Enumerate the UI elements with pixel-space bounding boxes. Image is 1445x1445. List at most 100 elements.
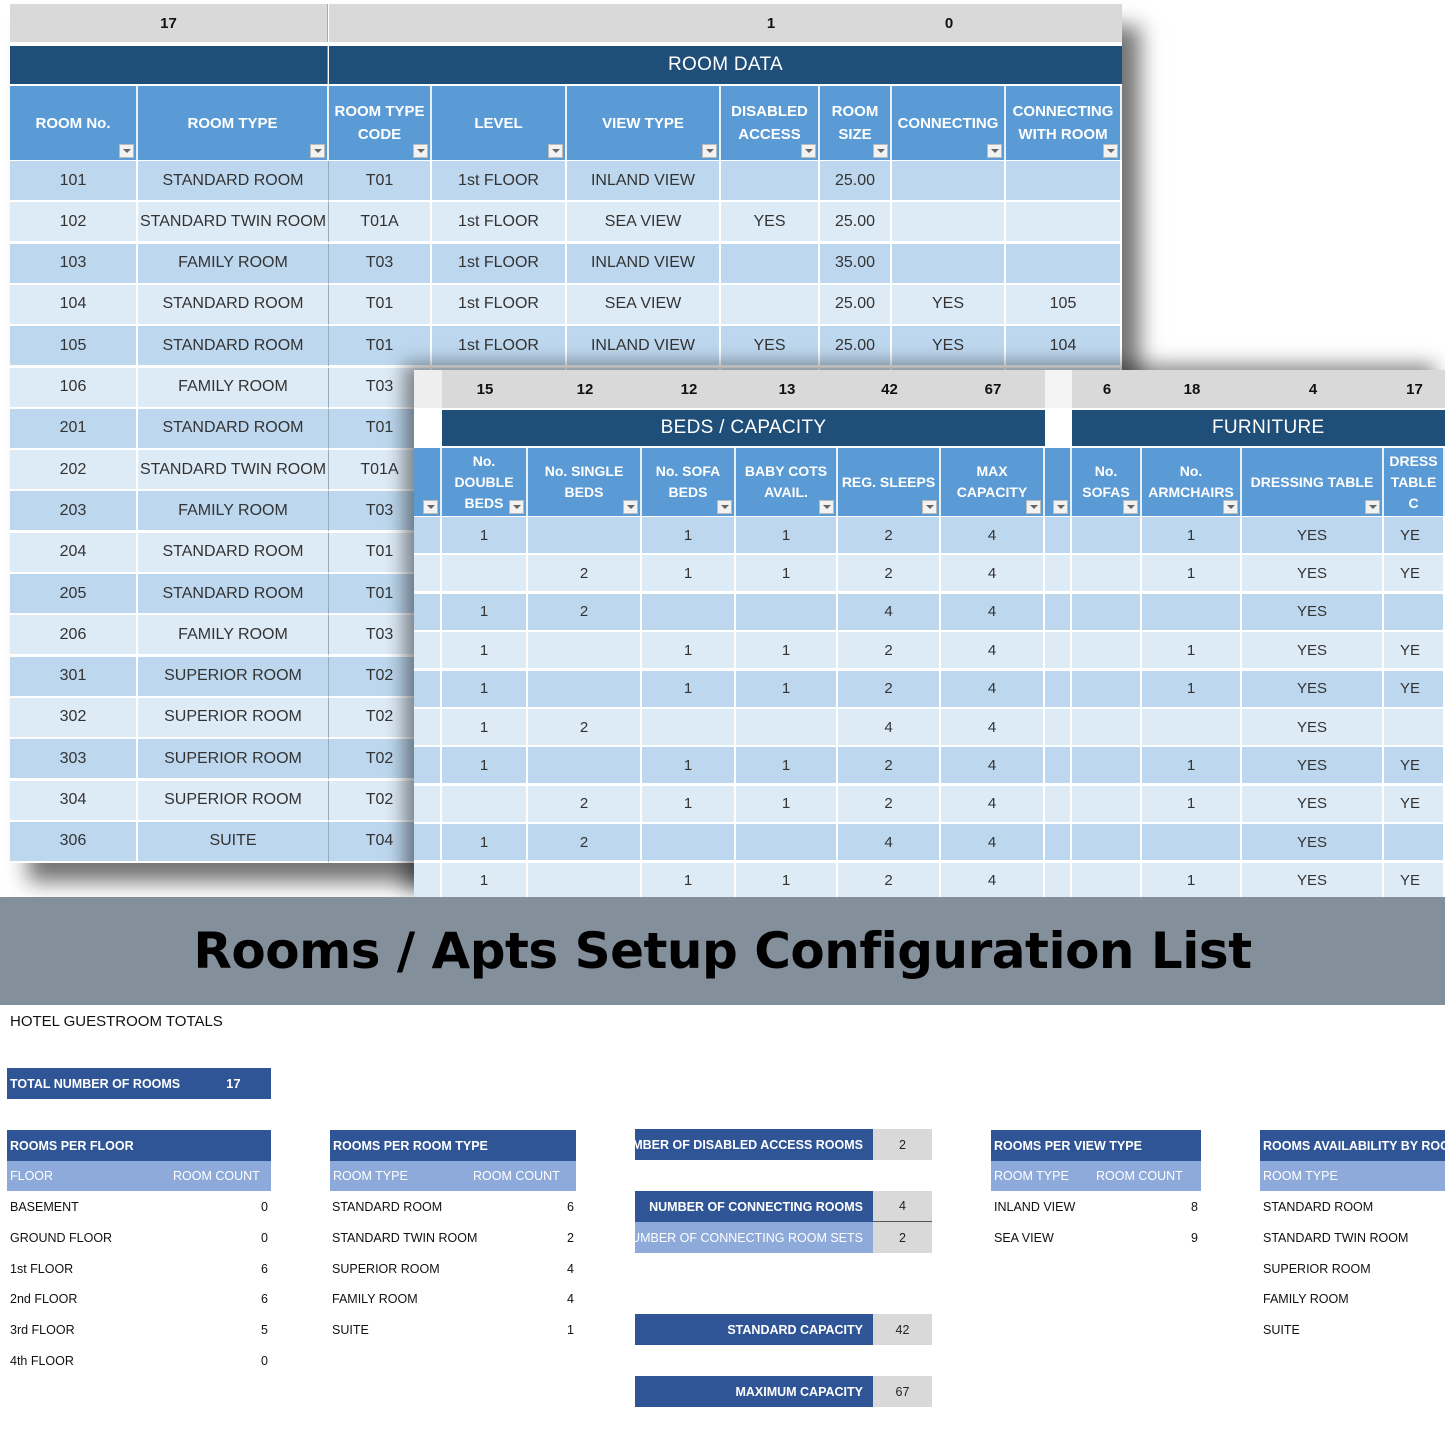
list-item-count: 9 <box>1191 1230 1198 1245</box>
col-room-count: ROOM COUNT <box>173 1169 260 1183</box>
filter-dropdown-icon[interactable] <box>1123 500 1138 514</box>
furniture-total-no-sofas: 6 <box>1102 380 1112 398</box>
filter-dropdown-icon[interactable] <box>310 144 325 158</box>
table-row[interactable]: 2 1 1 2 4 1 YES YE <box>414 785 1445 824</box>
column-header-view-type[interactable]: VIEW TYPE <box>567 86 721 160</box>
column-header-room-size[interactable]: ROOM SIZE <box>820 86 892 160</box>
filter-dropdown-icon[interactable] <box>1223 500 1238 514</box>
cell-reg-sleeps: 2 <box>838 670 941 709</box>
column-header-connecting-with-room[interactable]: CONNECTING WITH ROOM <box>1006 86 1122 160</box>
table-row[interactable]: 1 1 1 2 4 1 YES YE <box>414 747 1445 786</box>
filter-dropdown-icon[interactable] <box>987 144 1002 158</box>
table-row[interactable]: 102 STANDARD TWIN ROOM T01A 1st FLOOR SEA VI… <box>10 202 1122 244</box>
filter-dropdown-icon[interactable] <box>1103 144 1118 158</box>
table-row[interactable]: 1 1 1 2 4 1 YES YE <box>414 517 1445 555</box>
filter-dropdown-icon[interactable] <box>509 500 524 514</box>
cell-dressing-table: YES <box>1242 593 1384 632</box>
table-row[interactable]: 1 1 1 2 4 1 YES YE <box>414 670 1445 709</box>
column-header-max-capacity[interactable]: MAX CAPACITY <box>941 448 1045 516</box>
list-item-count: 2 <box>567 1230 574 1245</box>
table-row[interactable]: 1 1 1 2 4 1 YES YE <box>414 632 1445 671</box>
beds-total-reg-sleeps: 42 <box>881 380 898 398</box>
column-header-room-type[interactable]: ROOM TYPE <box>138 86 329 160</box>
cell-dress-table-c: YE <box>1384 517 1445 555</box>
cell-level: 1st FLOOR <box>432 202 567 244</box>
column-header-no-armchairs[interactable]: No. ARMCHAIRS <box>1142 448 1242 516</box>
disabled-access-value: 2 <box>873 1129 932 1160</box>
table-row[interactable]: 1 2 4 4 YES <box>414 709 1445 747</box>
list-item-count: 4 <box>567 1261 574 1276</box>
cell-dressing-table: YES <box>1242 747 1384 786</box>
filter-dropdown-icon[interactable] <box>819 500 834 514</box>
cell-room-type: SUPERIOR ROOM <box>138 656 329 698</box>
filter-dropdown-icon[interactable] <box>922 500 937 514</box>
column-header-reg-sleeps[interactable]: REG. SLEEPS <box>838 448 941 516</box>
table-row[interactable]: 103 FAMILY ROOM T03 1st FLOOR INLAND VIEW 35.… <box>10 243 1122 285</box>
filter-dropdown-icon[interactable] <box>1026 500 1041 514</box>
column-header-room-no[interactable]: ROOM No. <box>10 86 138 160</box>
filter-dropdown-icon[interactable] <box>702 144 717 158</box>
column-header-blank[interactable] <box>414 448 442 516</box>
column-header-no-sofa-beds[interactable]: No. SOFA BEDS <box>642 448 736 516</box>
filter-dropdown-icon[interactable] <box>873 144 888 158</box>
column-header-no-sofas[interactable]: No. SOFAS <box>1072 448 1142 516</box>
list-item-count: 1 <box>567 1323 574 1338</box>
cell-room-size: 35.00 <box>820 243 892 285</box>
cell-room-no: 205 <box>10 574 138 615</box>
filter-dropdown-icon[interactable] <box>413 144 428 158</box>
cell-blank <box>414 555 442 594</box>
cell-no-single-beds: 2 <box>528 785 642 824</box>
filter-dropdown-icon[interactable] <box>548 144 563 158</box>
column-header-blank[interactable] <box>1045 448 1072 516</box>
column-header-disabled-access[interactable]: DISABLED ACCESS <box>721 86 820 160</box>
total-room-count: 17 <box>10 4 328 42</box>
column-header-no-double-beds[interactable]: No. DOUBLE BEDS <box>442 448 528 516</box>
table-row[interactable]: 105 STANDARD ROOM T01 1st FLOOR INLAND VIEW Y… <box>10 326 1122 368</box>
cell-no-sofas <box>1072 517 1142 555</box>
filter-dropdown-icon[interactable] <box>623 500 638 514</box>
cell-no-single-beds: 2 <box>528 555 642 594</box>
cell-no-double-beds: 1 <box>442 824 528 863</box>
column-header-no-single-beds[interactable]: No. SINGLE BEDS <box>528 448 642 516</box>
filter-dropdown-icon[interactable] <box>423 500 438 514</box>
filter-dropdown-icon[interactable] <box>717 500 732 514</box>
column-header-dress-table-c[interactable]: DRESS TABLE C <box>1384 448 1445 516</box>
cell-room-no: 301 <box>10 656 138 698</box>
column-header-level[interactable]: LEVEL <box>432 86 567 160</box>
filter-dropdown-icon[interactable] <box>1365 500 1380 514</box>
table-row[interactable]: 1 2 4 4 YES <box>414 824 1445 863</box>
cell-max-capacity: 4 <box>941 593 1045 632</box>
cell-level: 1st FLOOR <box>432 284 567 326</box>
beds-total-no-sofa-beds: 12 <box>680 380 698 398</box>
cell-disabled-access: YES <box>721 202 820 244</box>
cell-baby-cots-avail: 1 <box>736 555 838 594</box>
table-row[interactable]: 1 1 1 2 4 1 YES YE <box>414 862 1445 901</box>
column-header-room-type-code[interactable]: ROOM TYPE CODE <box>329 86 432 160</box>
cell-no-armchairs <box>1142 824 1242 863</box>
cell-baby-cots-avail: 1 <box>736 517 838 555</box>
column-header-connecting[interactable]: CONNECTING <box>892 86 1006 160</box>
furniture-total-dress-table-c: 17 <box>1406 380 1423 398</box>
table-row[interactable]: 1 2 4 4 YES <box>414 593 1445 632</box>
cell-room-type: FAMILY ROOM <box>138 615 329 657</box>
beds-total-baby-cots-avail: 13 <box>778 380 796 398</box>
cell-room-type: STANDARD ROOM <box>138 408 329 450</box>
connecting-sets-label: NUMBER OF CONNECTING ROOM SETS <box>622 1222 873 1253</box>
cell-blank <box>1045 517 1072 555</box>
rooms-per-type-title: ROOMS PER ROOM TYPE <box>330 1130 576 1161</box>
table-row[interactable]: 101 STANDARD ROOM T01 1st FLOOR INLAND VIEW 2… <box>10 161 1122 202</box>
column-header-dressing-table[interactable]: DRESSING TABLE <box>1242 448 1384 516</box>
filter-dropdown-icon[interactable] <box>1053 500 1068 514</box>
filter-dropdown-icon[interactable] <box>801 144 816 158</box>
table-row[interactable]: 104 STANDARD ROOM T01 1st FLOOR SEA VIEW 25.0… <box>10 284 1122 326</box>
cell-no-double-beds: 1 <box>442 632 528 671</box>
cell-room-no: 304 <box>10 780 138 822</box>
column-header-baby-cots-avail[interactable]: BABY COTS AVAIL. <box>736 448 838 516</box>
filter-dropdown-icon[interactable] <box>119 144 134 158</box>
cell-room-type: STANDARD ROOM <box>138 532 329 574</box>
connecting-rooms-label: NUMBER OF CONNECTING ROOMS <box>635 1191 873 1222</box>
cell-reg-sleeps: 2 <box>838 747 941 786</box>
cell-no-armchairs: 1 <box>1142 632 1242 671</box>
table-row[interactable]: 2 1 1 2 4 1 YES YE <box>414 555 1445 594</box>
furniture-total-dressing-table: 4 <box>1308 380 1318 398</box>
